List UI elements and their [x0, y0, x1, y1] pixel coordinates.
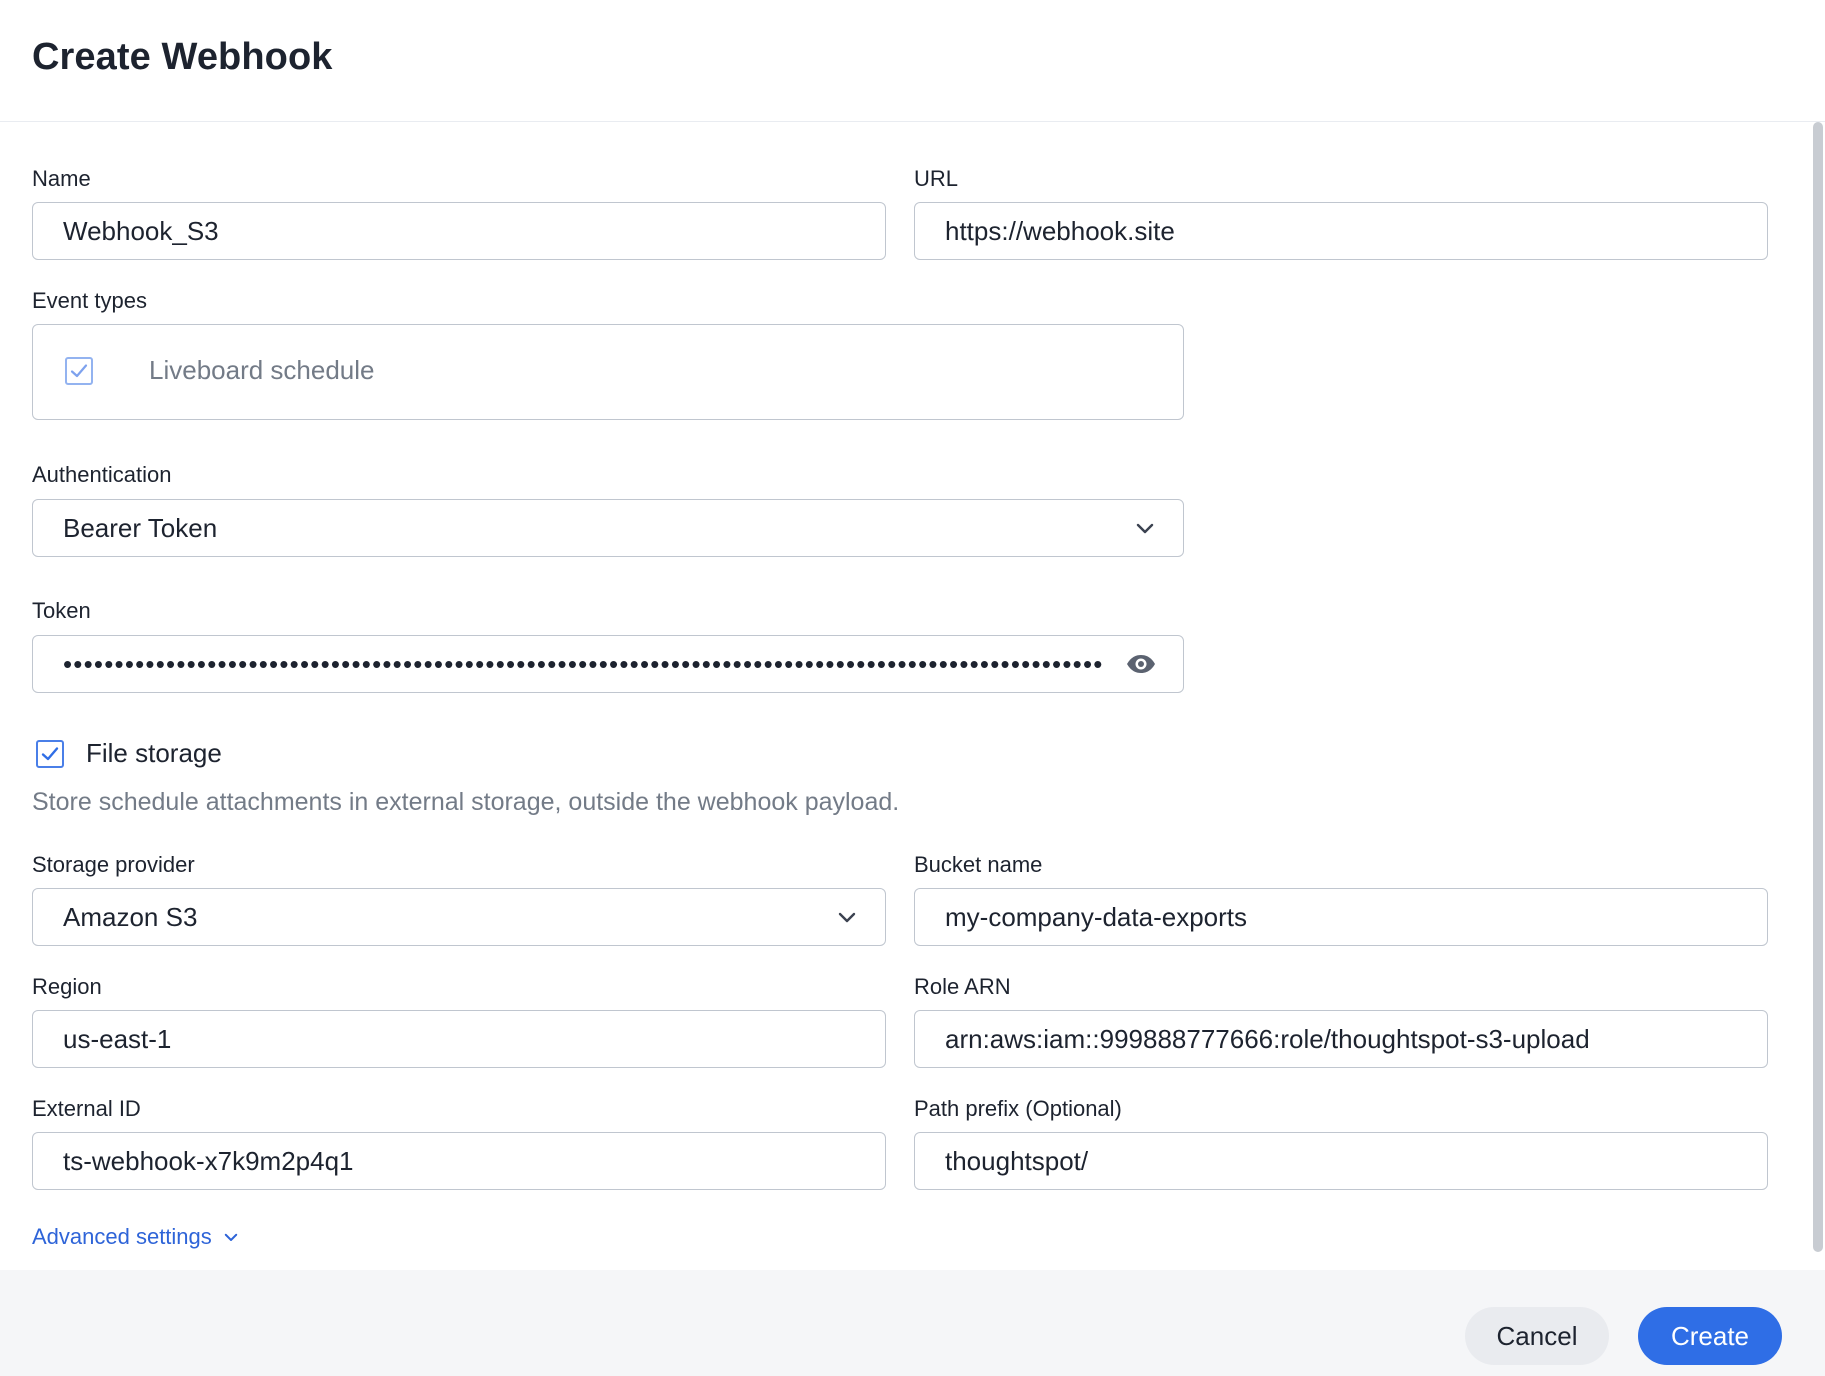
dialog-header: Create Webhook	[0, 0, 1825, 122]
liveboard-schedule-checkbox[interactable]	[65, 357, 93, 385]
liveboard-schedule-label: Liveboard schedule	[149, 355, 375, 385]
external-id-input[interactable]: ts-webhook-x7k9m2p4q1	[32, 1132, 886, 1190]
bucket-name-input-value: my-company-data-exports	[945, 901, 1247, 932]
chevron-down-icon	[1136, 523, 1154, 534]
token-label: Token	[32, 598, 91, 623]
authentication-select-value: Bearer Token	[63, 512, 218, 543]
token-input[interactable]: ••••••••••••••••••••••••••••••••••••••••…	[32, 635, 1184, 693]
role-arn-label: Role ARN	[914, 974, 1011, 999]
authentication-select[interactable]: Bearer Token	[32, 499, 1184, 557]
storage-provider-label: Storage provider	[32, 852, 195, 877]
region-input[interactable]: us-east-1	[32, 1010, 886, 1068]
url-input[interactable]: https://webhook.site	[914, 202, 1768, 260]
file-storage-description: Store schedule attachments in external s…	[32, 788, 900, 816]
dialog-body: Name Webhook_S3 URL https://webhook.site…	[0, 122, 1825, 1270]
scrollbar-thumb[interactable]	[1813, 122, 1823, 1252]
storage-provider-select[interactable]: Amazon S3	[32, 888, 886, 946]
event-types-group: Liveboard schedule	[32, 324, 1184, 420]
file-storage-checkbox[interactable]	[36, 740, 64, 768]
name-input[interactable]: Webhook_S3	[32, 202, 886, 260]
external-id-label: External ID	[32, 1096, 141, 1121]
bucket-name-input[interactable]: my-company-data-exports	[914, 888, 1768, 946]
path-prefix-input[interactable]: thoughtspot/	[914, 1132, 1768, 1190]
path-prefix-label: Path prefix (Optional)	[914, 1096, 1122, 1121]
chevron-down-icon	[224, 1233, 238, 1241]
role-arn-input-value: arn:aws:iam::999888777666:role/thoughtsp…	[945, 1023, 1590, 1054]
token-input-value: ••••••••••••••••••••••••••••••••••••••••…	[63, 648, 1104, 679]
scrollbar[interactable]	[1810, 122, 1825, 1270]
external-id-input-value: ts-webhook-x7k9m2p4q1	[63, 1145, 354, 1176]
path-prefix-input-value: thoughtspot/	[945, 1145, 1089, 1176]
dialog-title: Create Webhook	[32, 36, 333, 78]
advanced-settings-toggle[interactable]: Advanced settings	[32, 1224, 240, 1250]
url-label: URL	[914, 166, 959, 191]
name-label: Name	[32, 166, 91, 191]
check-icon	[70, 364, 88, 378]
event-types-label: Event types	[32, 288, 147, 313]
bucket-name-label: Bucket name	[914, 852, 1043, 877]
file-storage-label: File storage	[86, 738, 222, 768]
check-icon	[41, 747, 59, 761]
region-label: Region	[32, 974, 102, 999]
authentication-label: Authentication	[32, 462, 172, 487]
region-input-value: us-east-1	[63, 1023, 172, 1054]
storage-provider-select-value: Amazon S3	[63, 901, 198, 932]
cancel-button[interactable]: Cancel	[1465, 1307, 1609, 1365]
create-button[interactable]: Create	[1638, 1307, 1782, 1365]
advanced-settings-label: Advanced settings	[32, 1224, 212, 1249]
role-arn-input[interactable]: arn:aws:iam::999888777666:role/thoughtsp…	[914, 1010, 1768, 1068]
chevron-down-icon	[838, 912, 856, 923]
name-input-value: Webhook_S3	[63, 215, 219, 246]
url-input-value: https://webhook.site	[945, 215, 1175, 246]
eye-icon[interactable]	[1125, 652, 1157, 676]
dialog-footer: Cancel Create	[0, 1270, 1825, 1376]
